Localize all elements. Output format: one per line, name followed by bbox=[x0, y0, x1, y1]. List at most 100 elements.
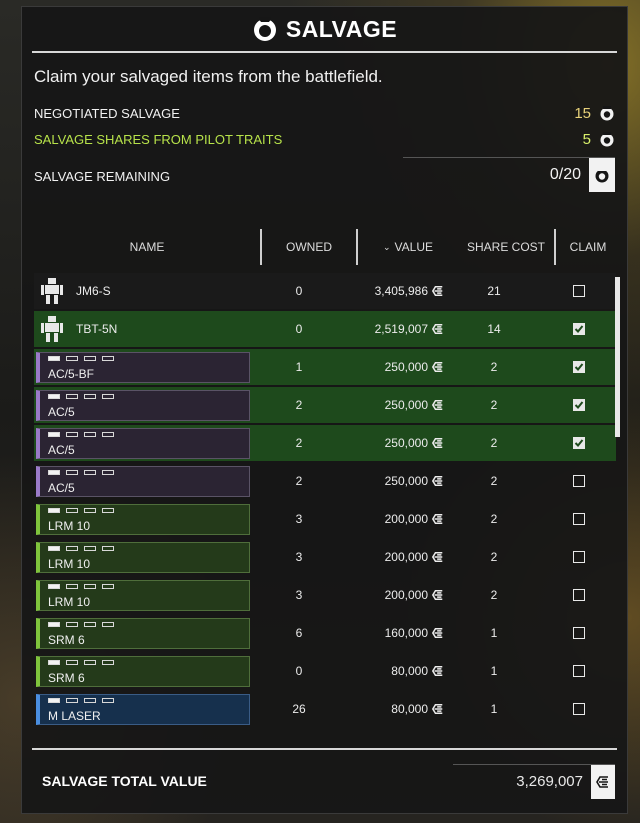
rarity-pip bbox=[102, 660, 114, 665]
item-value-text: 200,000 bbox=[384, 588, 428, 602]
c-bills-icon bbox=[432, 551, 443, 563]
column-header-claim[interactable]: CLAIM bbox=[556, 229, 620, 265]
owned-count: 3 bbox=[295, 512, 303, 526]
rarity-pip bbox=[48, 356, 60, 361]
salvage-share-icon bbox=[595, 167, 609, 182]
claim-checkbox[interactable] bbox=[573, 589, 585, 601]
rarity-pip bbox=[66, 508, 78, 513]
equipment-chip[interactable]: LRM 10 bbox=[36, 504, 250, 535]
equipment-chip[interactable]: AC/5-BF bbox=[36, 352, 250, 383]
item-name: SRM 6 bbox=[48, 671, 85, 685]
item-name: AC/5-BF bbox=[48, 367, 95, 381]
equipment-chip[interactable]: SRM 6 bbox=[36, 618, 250, 649]
rarity-pips bbox=[48, 584, 114, 589]
pilot-traits-row: SALVAGE SHARES FROM PILOT TRAITS 5 bbox=[34, 129, 615, 149]
claim-checkbox[interactable] bbox=[573, 361, 585, 373]
claim-checkbox[interactable] bbox=[573, 475, 585, 487]
item-value-text: 2,519,007 bbox=[374, 322, 428, 336]
claim-cell bbox=[559, 311, 599, 347]
c-bills-icon bbox=[596, 775, 608, 788]
share-cost: 21 bbox=[487, 284, 501, 298]
page-title: SALVAGE bbox=[285, 15, 398, 42]
salvage-row[interactable]: AC/5-BF 1 250,000 2 bbox=[34, 349, 616, 385]
salvage-remaining-value: 0/20 bbox=[549, 165, 581, 183]
salvage-row[interactable]: SRM 6 6 160,000 1 bbox=[34, 615, 616, 651]
rarity-pip bbox=[66, 432, 78, 437]
claim-checkbox[interactable] bbox=[573, 323, 585, 335]
salvage-panel: SALVAGE Claim your salvaged items from t… bbox=[21, 6, 628, 814]
salvage-row[interactable]: AC/5 2 250,000 2 bbox=[34, 463, 616, 499]
claim-cell bbox=[559, 387, 599, 423]
claim-checkbox[interactable] bbox=[573, 703, 585, 715]
item-value-text: 200,000 bbox=[384, 550, 428, 564]
equipment-chip[interactable]: LRM 10 bbox=[36, 580, 250, 611]
rarity-pip bbox=[66, 660, 78, 665]
c-bills-icon bbox=[432, 627, 443, 639]
column-header-share-cost[interactable]: SHARE COST bbox=[458, 229, 554, 265]
equipment-chip[interactable]: AC/5 bbox=[36, 428, 250, 459]
rarity-pip bbox=[66, 546, 78, 551]
equipment-chip[interactable]: M LASER bbox=[36, 694, 250, 725]
claim-checkbox[interactable] bbox=[573, 437, 585, 449]
salvage-row[interactable]: SRM 6 0 80,000 1 bbox=[34, 653, 616, 689]
column-header-owned[interactable]: OWNED bbox=[262, 229, 356, 265]
share-cost: 2 bbox=[490, 398, 498, 412]
item-value-text: 160,000 bbox=[384, 626, 428, 640]
salvage-row[interactable]: LRM 10 3 200,000 2 bbox=[34, 501, 616, 537]
item-name: LRM 10 bbox=[48, 557, 91, 571]
owned-count: 26 bbox=[292, 702, 306, 716]
salvage-share-icon bbox=[600, 132, 614, 147]
salvage-remaining-box: 0/20 bbox=[403, 157, 615, 192]
salvage-remaining-row: SALVAGE REMAINING 0/20 bbox=[34, 157, 615, 192]
column-header-value-label: VALUE bbox=[394, 240, 433, 254]
rarity-pip bbox=[48, 432, 60, 437]
item-value: 250,000 bbox=[344, 387, 444, 423]
claim-cell bbox=[559, 463, 599, 499]
equipment-chip[interactable]: AC/5 bbox=[36, 466, 250, 497]
salvage-remaining-icon-box bbox=[589, 157, 615, 192]
column-header-value[interactable]: ⌄ VALUE bbox=[358, 229, 458, 265]
rarity-pip bbox=[66, 698, 78, 703]
rarity-pip bbox=[48, 470, 60, 475]
scrollbar[interactable] bbox=[615, 277, 620, 437]
c-bills-icon bbox=[432, 703, 443, 715]
equipment-chip[interactable]: LRM 10 bbox=[36, 542, 250, 573]
salvage-row[interactable]: LRM 10 3 200,000 2 bbox=[34, 539, 616, 575]
salvage-row[interactable]: M LASER 26 80,000 1 bbox=[34, 691, 616, 725]
claim-checkbox[interactable] bbox=[573, 551, 585, 563]
salvage-row[interactable]: LRM 10 3 200,000 2 bbox=[34, 577, 616, 613]
rarity-pip bbox=[102, 698, 114, 703]
salvage-row[interactable]: JM6-S 0 3,405,986 21 bbox=[34, 273, 616, 309]
rarity-pip bbox=[102, 584, 114, 589]
salvage-total-value: 3,269,007 bbox=[516, 773, 583, 790]
title-bar: SALVAGE bbox=[22, 7, 627, 51]
share-cost: 1 bbox=[490, 664, 498, 678]
share-cost: 14 bbox=[487, 322, 501, 336]
claim-checkbox[interactable] bbox=[573, 285, 585, 297]
owned-count: 0 bbox=[295, 322, 303, 336]
mech-icon bbox=[41, 316, 63, 342]
c-bills-icon bbox=[432, 437, 443, 449]
rarity-pip bbox=[66, 584, 78, 589]
column-header-name[interactable]: NAME bbox=[34, 229, 260, 265]
salvage-row[interactable]: TBT-5N 0 2,519,007 14 bbox=[34, 311, 616, 347]
claim-checkbox[interactable] bbox=[573, 627, 585, 639]
equipment-chip[interactable]: SRM 6 bbox=[36, 656, 250, 687]
equipment-chip[interactable]: AC/5 bbox=[36, 390, 250, 421]
item-value: 160,000 bbox=[344, 615, 444, 651]
sort-chevron-down-icon: ⌄ bbox=[382, 241, 391, 252]
rarity-pip bbox=[48, 508, 60, 513]
claim-checkbox[interactable] bbox=[573, 665, 585, 677]
item-value-text: 250,000 bbox=[384, 474, 428, 488]
share-cost: 1 bbox=[490, 626, 498, 640]
claim-checkbox[interactable] bbox=[573, 399, 585, 411]
rarity-pip bbox=[84, 508, 96, 513]
salvage-row[interactable]: AC/5 2 250,000 2 bbox=[34, 387, 616, 423]
negotiated-salvage-row: NEGOTIATED SALVAGE 15 bbox=[34, 103, 615, 123]
salvage-row[interactable]: AC/5 2 250,000 2 bbox=[34, 425, 616, 461]
footer-divider bbox=[32, 748, 617, 750]
rarity-pip bbox=[84, 660, 96, 665]
owned-count: 2 bbox=[295, 398, 303, 412]
rarity-pip bbox=[84, 356, 96, 361]
claim-checkbox[interactable] bbox=[573, 513, 585, 525]
